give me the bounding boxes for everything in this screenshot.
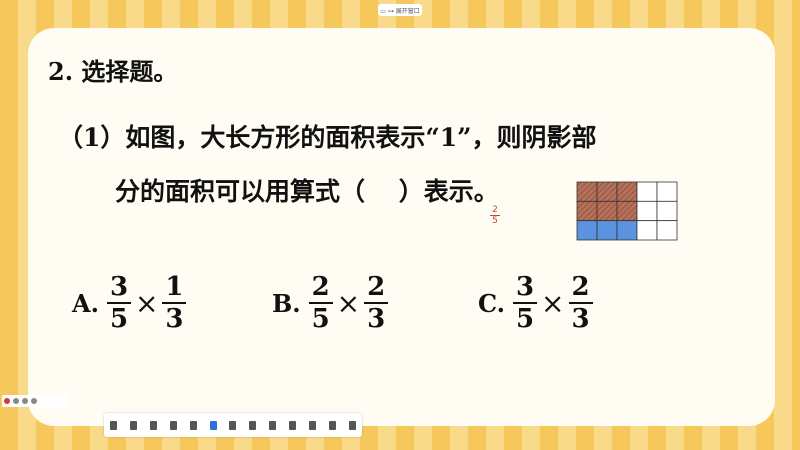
camera-icon[interactable] <box>13 398 19 404</box>
annotation-toolbar <box>104 413 362 437</box>
handwritten-denominator: 5 <box>492 216 498 226</box>
handwritten-fraction: 2 5 <box>488 205 502 226</box>
fraction: 25 <box>308 272 333 334</box>
times-sign: × <box>134 286 159 320</box>
numerator: 2 <box>311 272 330 302</box>
grid-cell-blue <box>616 220 638 241</box>
grid-cell-blue <box>596 220 618 241</box>
close-icon[interactable] <box>31 398 37 404</box>
redo-icon[interactable] <box>289 420 297 430</box>
grid-cell-empty <box>636 220 658 241</box>
numerator: 3 <box>516 272 535 302</box>
fraction: 23 <box>568 272 593 334</box>
denominator: 3 <box>367 304 386 334</box>
denominator: 5 <box>311 304 330 334</box>
grid-cell-hatched <box>576 200 598 222</box>
more-icon[interactable] <box>348 420 356 430</box>
option-label: A. <box>72 288 99 318</box>
fraction: 35 <box>513 272 538 334</box>
window-title-text: ▭ ⊶ 展开窗口 <box>380 7 420 15</box>
grid-cell-hatched <box>616 181 638 202</box>
handwritten-numerator: 2 <box>492 205 498 215</box>
record-icon[interactable] <box>4 398 10 404</box>
denominator: 3 <box>165 304 184 334</box>
times-sign: × <box>541 286 565 320</box>
text-icon[interactable] <box>189 420 197 430</box>
fraction: 13 <box>162 272 187 334</box>
question-stem-line2: 分的面积可以用算式（ ）表示。 <box>115 177 499 206</box>
denominator: 5 <box>109 304 129 334</box>
eraser-icon[interactable] <box>229 420 237 430</box>
denominator: 5 <box>516 304 535 334</box>
grid-cell-empty <box>656 200 678 222</box>
pen-icon[interactable] <box>150 420 158 430</box>
grid-cell-hatched <box>576 181 598 202</box>
numerator: 2 <box>571 272 590 302</box>
export-icon[interactable] <box>328 420 336 430</box>
grid-cell-empty <box>636 181 658 202</box>
settings-icon[interactable] <box>22 398 28 404</box>
option-c[interactable]: C. 3 5 × 2 3 <box>478 272 593 334</box>
fraction: 23 <box>364 272 389 334</box>
clear-icon[interactable] <box>249 420 257 430</box>
option-b[interactable]: B. 2 5 × 2 3 <box>272 272 389 334</box>
option-a[interactable]: A. 3 5 × 1 3 <box>72 272 187 334</box>
area-model-figure <box>576 181 678 241</box>
marker-icon[interactable] <box>169 420 177 430</box>
option-label: C. <box>478 288 506 318</box>
grid-cell-hatched <box>596 200 618 222</box>
question-heading: 2. 选择题。 <box>48 57 178 86</box>
shape-icon[interactable] <box>209 420 217 430</box>
undo-icon[interactable] <box>269 420 277 430</box>
times-sign: × <box>336 286 361 320</box>
numerator: 2 <box>367 272 386 302</box>
numerator: 3 <box>109 272 129 302</box>
grid-cell-hatched <box>616 200 638 222</box>
option-label: B. <box>272 288 301 318</box>
grid-cell-empty <box>656 181 678 202</box>
grid-cell-empty <box>656 220 678 241</box>
grid-cell-hatched <box>596 181 618 202</box>
floating-widget[interactable] <box>2 395 68 407</box>
denominator: 3 <box>571 304 590 334</box>
window-title-pill[interactable]: ▭ ⊶ 展开窗口 <box>378 4 422 16</box>
numerator: 1 <box>165 272 184 302</box>
question-stem-line1: （1）如图，大长方形的面积表示“1”，则阴影部 <box>58 123 597 152</box>
cursor-icon[interactable] <box>110 420 118 430</box>
page-icon[interactable] <box>308 420 316 430</box>
fraction: 35 <box>106 272 131 334</box>
grid-cell-empty <box>636 200 658 222</box>
move-icon[interactable] <box>130 420 138 430</box>
grid-cell-blue <box>576 220 598 241</box>
